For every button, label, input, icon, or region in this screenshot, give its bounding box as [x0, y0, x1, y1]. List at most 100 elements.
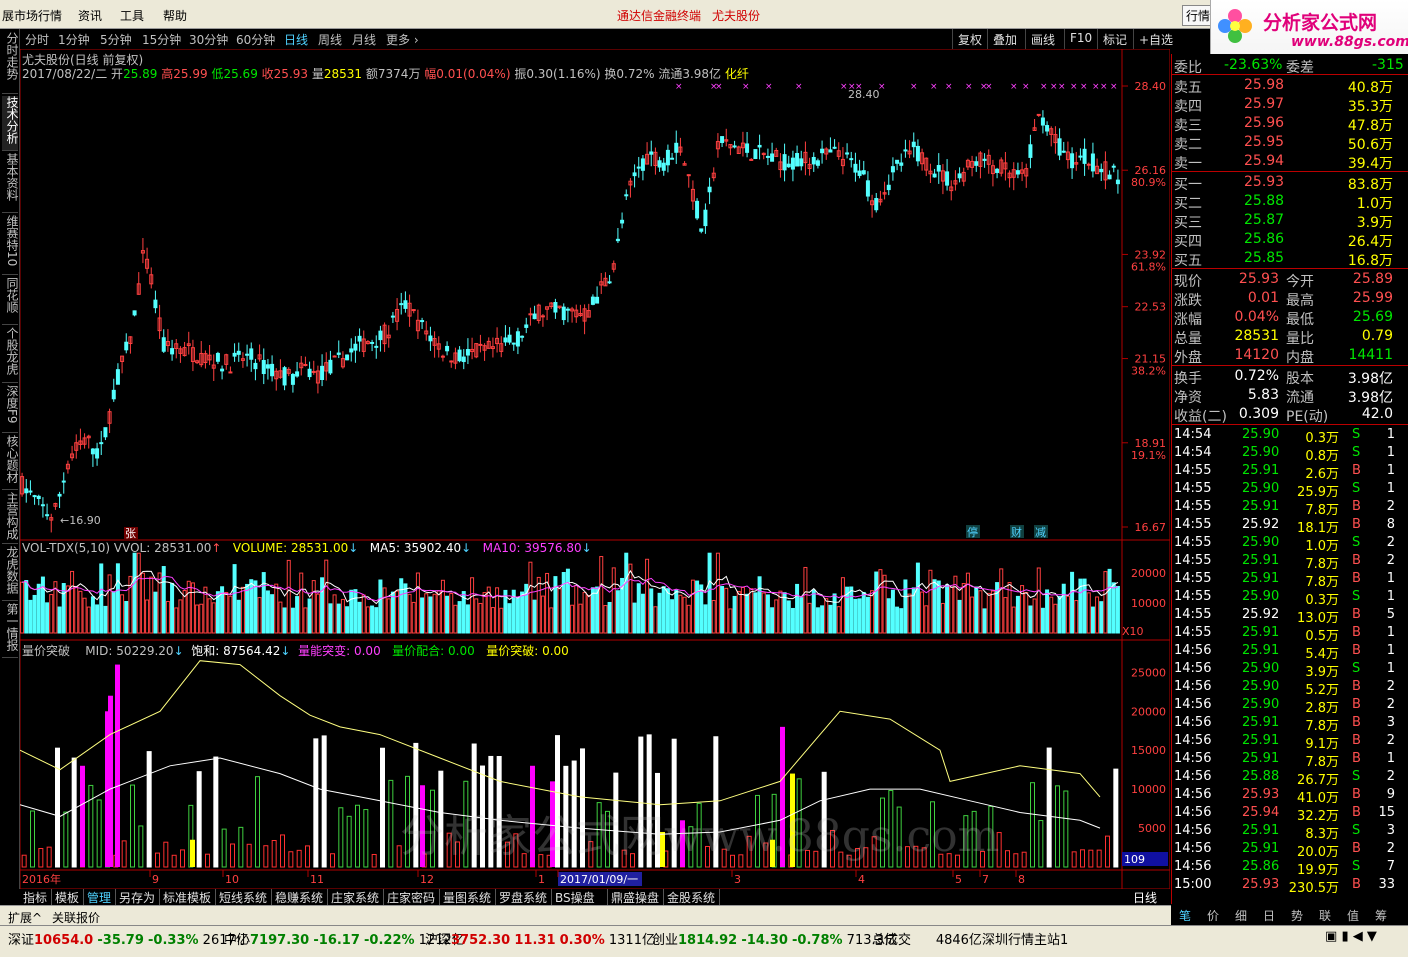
left-tab-10[interactable]: 第一情报	[2, 603, 19, 658]
candle-body	[828, 149, 833, 153]
bottom-tab-12[interactable]: 鼎盛操盘	[608, 889, 664, 905]
left-tab-1[interactable]: 技术分析	[2, 96, 19, 151]
left-tab-4[interactable]: 同花顺	[2, 277, 19, 325]
period-3[interactable]: 15分钟	[142, 31, 181, 48]
close-label: 收	[261, 67, 274, 81]
candle-body	[232, 352, 237, 357]
volume-bar	[403, 583, 408, 634]
fib-pct-label: 19.1%	[1131, 449, 1166, 462]
right-tab-2[interactable]: 细	[1235, 907, 1247, 924]
volume-bar	[382, 587, 387, 634]
status-hs[interactable]: 沪深3752.30 11.31 0.30% 1311亿	[425, 929, 655, 948]
fin-row: 收益(二) 0.309 PE(动) 42.0	[1174, 406, 1393, 425]
candle-body	[336, 352, 341, 355]
right-tab-5[interactable]: 联	[1319, 907, 1331, 924]
volume-bar	[1095, 596, 1100, 634]
volume-value: 28531.00	[290, 541, 349, 555]
candle-body	[307, 368, 312, 378]
bottom-tab-2[interactable]: 管理	[84, 889, 116, 905]
left-tab-2[interactable]: 基本资料	[2, 153, 19, 213]
right-tab-3[interactable]: 日	[1263, 907, 1275, 924]
candle-body	[786, 163, 791, 168]
period-0[interactable]: 分时	[25, 31, 49, 48]
toolbar-btn-3[interactable]: F10	[1064, 29, 1097, 49]
bottom-tab-4[interactable]: 标准模板	[160, 889, 216, 905]
period-8[interactable]: 月线	[352, 31, 376, 48]
left-tab-6[interactable]: 深度F9	[2, 385, 19, 433]
period-4[interactable]: 30分钟	[189, 31, 228, 48]
menu-icon[interactable]: ▼	[1367, 929, 1377, 944]
left-tab-3[interactable]: 维赛特10	[2, 215, 19, 275]
right-tab-6[interactable]: 值	[1347, 907, 1359, 924]
toolbar-btn-1[interactable]: 叠加	[987, 29, 1022, 49]
bottom-tab-7[interactable]: 庄家系统	[328, 889, 384, 905]
status-sz[interactable]: 深证10654.0 -35.79 -0.33% 2617亿	[8, 929, 249, 948]
candle-body	[886, 184, 891, 191]
bottom-tab-1[interactable]: 模板	[52, 889, 84, 905]
bottom-tab-10[interactable]: 罗盘系统	[496, 889, 552, 905]
candle-body	[707, 186, 712, 193]
bottom-tab-13[interactable]: 金股系统	[664, 889, 720, 905]
period-6[interactable]: 日线	[284, 31, 308, 48]
ind-bar	[296, 849, 302, 868]
volume-bar	[211, 602, 216, 634]
menu-tools[interactable]: 工具	[120, 7, 144, 24]
toolbar-btn-4[interactable]: 标记	[1097, 29, 1132, 49]
toolbar-btn-2[interactable]: 画线	[1025, 29, 1060, 49]
bottom-tab-0[interactable]: 指标	[20, 889, 52, 905]
ind-name[interactable]: 量价突破	[22, 644, 70, 658]
bottom-tab-11[interactable]: BS操盘	[552, 889, 608, 905]
candle-body	[99, 442, 104, 445]
period-1[interactable]: 1分钟	[58, 31, 90, 48]
signal-x-marker: ×	[1080, 82, 1088, 92]
right-tab-7[interactable]: 筹	[1375, 907, 1387, 924]
candle-body	[311, 370, 316, 373]
volume-bar	[949, 586, 954, 634]
kline-chart[interactable]: 28.4026.1623.9222.5321.1518.9116.6780.9%…	[20, 49, 1170, 889]
signal-icon[interactable]: ▮	[1341, 929, 1348, 944]
speaker-icon[interactable]: ◀	[1353, 929, 1363, 944]
menu-market[interactable]: 展市场行情	[2, 7, 62, 24]
ext-related[interactable]: 关联报价	[52, 909, 100, 926]
vol-indicator-name[interactable]: VOL-TDX(5,10)	[22, 541, 110, 555]
period-9[interactable]: 更多 ›	[386, 31, 419, 48]
status-server[interactable]: 深圳行情主站1	[982, 929, 1068, 948]
bottom-tab-8[interactable]: 庄家密码	[384, 889, 440, 905]
bid-row: 买一 25.93 83.8万	[1174, 174, 1393, 193]
bottom-tab-5[interactable]: 短线系统	[216, 889, 272, 905]
ind-bar	[346, 815, 352, 868]
left-tab-5[interactable]: 个股龙虎	[2, 327, 19, 383]
toolbar-btn-5[interactable]: +自选	[1133, 29, 1178, 49]
right-tab-4[interactable]: 势	[1291, 907, 1303, 924]
candle-body	[332, 355, 337, 358]
ext-toggle[interactable]: 扩展^	[8, 909, 42, 926]
signal-x-marker: ×	[1040, 82, 1048, 92]
bottom-tab-3[interactable]: 另存为	[116, 889, 160, 905]
candle-body	[553, 301, 558, 313]
ind-bar	[246, 843, 252, 868]
period-2[interactable]: 5分钟	[100, 31, 132, 48]
period-7[interactable]: 周线	[318, 31, 342, 48]
right-tab-0[interactable]: 笔	[1179, 907, 1191, 924]
volume-bar	[232, 564, 237, 634]
volume-bar	[770, 607, 775, 634]
turn-value: 换0.72%	[604, 67, 655, 81]
volume-bar	[586, 595, 591, 634]
toolbar-btn-0[interactable]: 复权	[952, 29, 987, 49]
status-cy[interactable]: 创业1814.92 -14.30 -0.78% 713.3亿	[652, 929, 897, 948]
bottom-tab-6[interactable]: 稳赚系统	[272, 889, 328, 905]
bottom-tab-9[interactable]: 量图系统	[440, 889, 496, 905]
left-tab-9[interactable]: 龙虎数据	[2, 546, 19, 601]
period-5[interactable]: 60分钟	[236, 31, 275, 48]
signal-x-marker: ×	[1092, 82, 1100, 92]
lock-icon[interactable]: ▣	[1325, 929, 1337, 944]
menu-help[interactable]: 帮助	[163, 7, 187, 24]
left-tab-8[interactable]: 主营构成	[2, 492, 19, 544]
fib-pct-label: 80.9%	[1131, 176, 1166, 189]
menu-news[interactable]: 资讯	[78, 7, 102, 24]
left-tab-0[interactable]: 分时走势	[2, 32, 19, 94]
status-icons[interactable]: ▣ ▮ ◀ ▼	[1325, 929, 1377, 944]
right-tab-1[interactable]: 价	[1207, 907, 1219, 924]
left-tab-7[interactable]: 核心题材	[2, 435, 19, 490]
volume-bar	[636, 583, 641, 634]
